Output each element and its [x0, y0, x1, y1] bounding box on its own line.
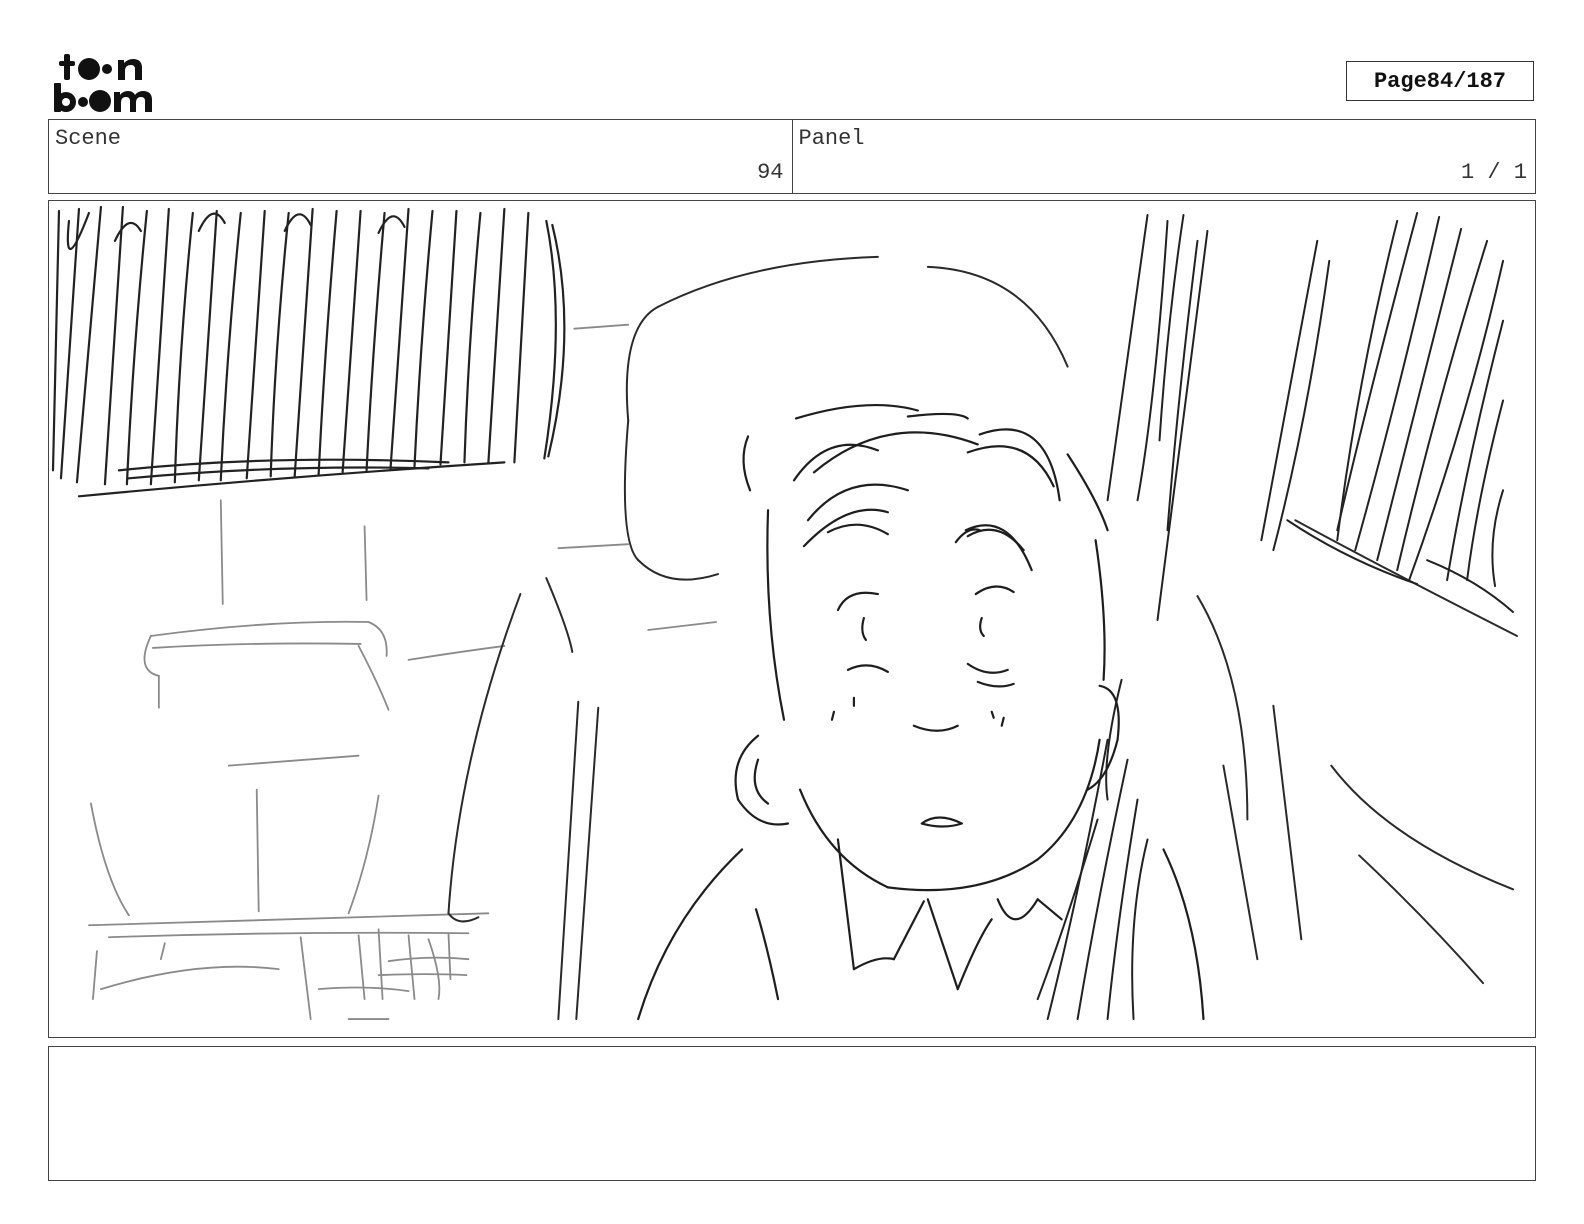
scene-value: 94: [757, 160, 784, 185]
scene-label: Scene: [55, 126, 122, 151]
lamp-hatching: [51, 205, 566, 498]
storyboard-sketch: [51, 205, 1519, 1021]
scene-cell: Scene 94: [49, 120, 792, 193]
storyboard-panel: [48, 200, 1536, 1038]
right-hatching: [1036, 211, 1515, 1021]
panel-cell: Panel 1 / 1: [791, 120, 1536, 193]
notes-box: [48, 1046, 1536, 1181]
toonboom-logo: [54, 54, 152, 112]
page-indicator: Page 84/187: [1346, 61, 1534, 101]
panel-value: 1 / 1: [1460, 160, 1527, 185]
page-label: Page: [1373, 68, 1427, 94]
scene-panel-header: Scene 94 Panel 1 / 1: [48, 119, 1536, 194]
page-number: 84/187: [1426, 68, 1507, 94]
background-furniture: [88, 323, 718, 1020]
chair-outline: [447, 255, 1519, 1021]
panel-label: Panel: [798, 126, 865, 151]
